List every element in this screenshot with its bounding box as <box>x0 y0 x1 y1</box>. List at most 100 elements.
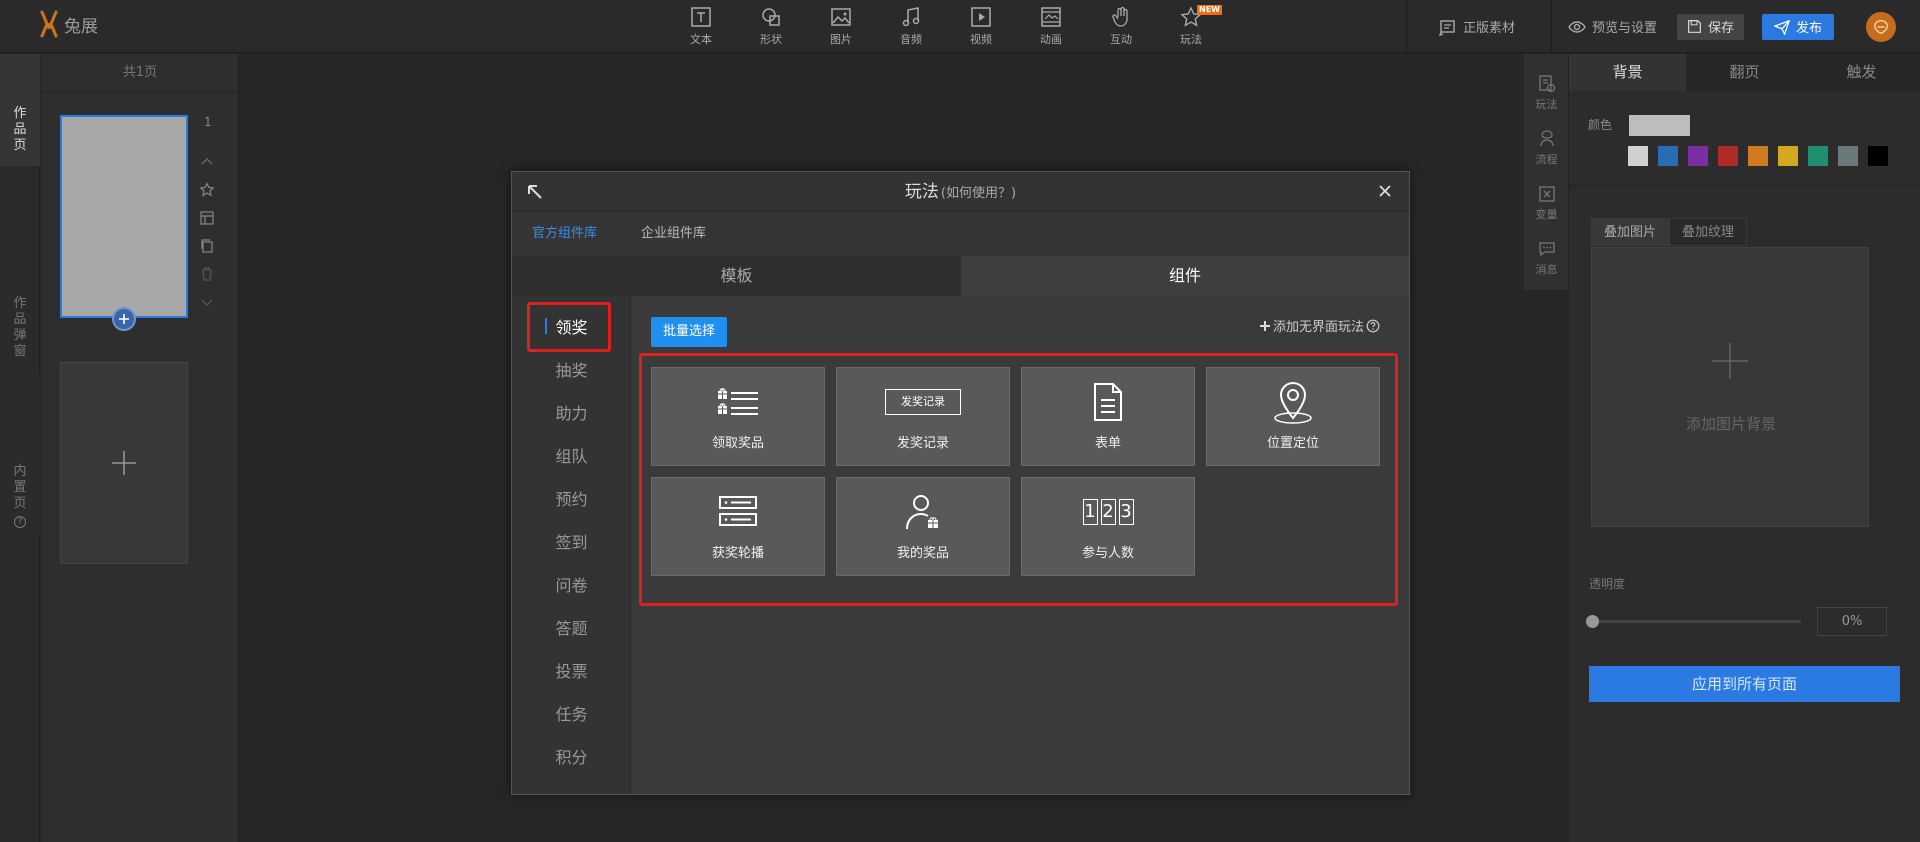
app-logo[interactable]: 兔展 <box>38 10 98 38</box>
color-swatch[interactable] <box>1808 146 1828 166</box>
tab-works-page[interactable]: 作 品 页 <box>0 54 40 166</box>
chevron-up-icon[interactable] <box>199 154 215 170</box>
nav-survey[interactable]: 问卷 <box>512 564 631 607</box>
color-swatch[interactable] <box>1838 146 1858 166</box>
save-button[interactable]: 保存 <box>1676 13 1744 40</box>
component-card-form[interactable]: 表单 <box>1021 367 1195 466</box>
star-outline-icon[interactable] <box>199 182 215 198</box>
nav-claim-prize[interactable]: 领奖 <box>512 306 631 349</box>
tab-component[interactable]: 组件 <box>961 256 1409 296</box>
help-circle-icon[interactable] <box>1366 319 1380 333</box>
nav-task[interactable]: 任务 <box>512 693 631 736</box>
nav-vote[interactable]: 投票 <box>512 650 631 693</box>
nav-checkin[interactable]: 签到 <box>512 521 631 564</box>
plus-icon <box>119 314 129 324</box>
tab-overlay-image[interactable]: 叠加图片 <box>1591 218 1670 246</box>
page-thumbnail[interactable] <box>60 115 188 318</box>
publish-button[interactable]: 发布 <box>1761 13 1834 40</box>
tab-background[interactable]: 背景 <box>1569 54 1686 91</box>
user-avatar[interactable] <box>1866 11 1896 42</box>
component-card-winner-carousel[interactable]: 获奖轮播 <box>651 477 825 576</box>
divider <box>1569 185 1920 186</box>
close-icon[interactable] <box>1378 184 1392 198</box>
rsub-playmode[interactable]: 玩法 <box>1524 74 1569 112</box>
tab-char: 品 <box>13 122 27 137</box>
tool-label: 视频 <box>970 33 992 46</box>
chevron-down-icon[interactable] <box>199 294 215 310</box>
rabbit-logo-icon <box>40 10 58 38</box>
nav-quiz[interactable]: 答题 <box>512 607 631 650</box>
add-background-image-area[interactable]: 添加图片背景 <box>1591 247 1869 527</box>
nav-team[interactable]: 组队 <box>512 435 631 478</box>
tab-overlay-texture[interactable]: 叠加纹理 <box>1669 218 1748 246</box>
tab-page-turn[interactable]: 翻页 <box>1686 54 1803 91</box>
licensed-material-button[interactable]: 正版素材 <box>1407 17 1551 36</box>
card-label: 我的奖品 <box>896 546 949 561</box>
user-gift-icon <box>906 495 938 530</box>
tab-builtin-page[interactable]: 内 置 页 ? <box>0 374 40 534</box>
help-icon[interactable]: ? <box>14 516 26 528</box>
tool-shape[interactable]: 形状 <box>736 0 806 53</box>
message-icon <box>1538 242 1555 257</box>
batch-select-button[interactable]: 批量选择 <box>651 317 727 347</box>
color-swatch[interactable] <box>1688 146 1708 166</box>
color-swatch[interactable] <box>1868 146 1888 166</box>
tab-works-popup[interactable]: 作 品 弹 窗 <box>0 214 40 359</box>
add-bg-label: 添加图片背景 <box>1685 415 1776 433</box>
component-card-participants[interactable]: 1 2 3 参与人数 <box>1021 477 1195 576</box>
component-card-award-record[interactable]: 发奖记录 发奖记录 <box>836 367 1010 466</box>
nav-assist[interactable]: 助力 <box>512 392 631 435</box>
send-icon <box>1773 19 1790 35</box>
opacity-slider[interactable] <box>1586 615 1801 628</box>
tab-template[interactable]: 模板 <box>512 256 961 296</box>
tab-char: 页 <box>13 496 27 511</box>
component-card-location[interactable]: 位置定位 <box>1206 367 1380 466</box>
trash-icon[interactable] <box>199 266 215 282</box>
eye-icon <box>1568 20 1586 33</box>
tool-image[interactable]: 图片 <box>806 0 876 53</box>
add-no-ui-playmode[interactable]: 添加无界面玩法 <box>1259 316 1380 335</box>
rsub-message[interactable]: 消息 <box>1524 239 1569 277</box>
plus-icon <box>112 451 136 475</box>
rsub-variable[interactable]: 变量 <box>1524 184 1569 222</box>
slider-handle[interactable] <box>1586 615 1599 628</box>
add-page-button[interactable] <box>60 362 188 564</box>
color-swatch[interactable] <box>1718 146 1738 166</box>
current-color-swatch[interactable] <box>1629 115 1690 136</box>
apply-all-pages-button[interactable]: 应用到所有页面 <box>1589 666 1900 702</box>
top-toolbar: 兔展 文本 形状 图片 音频 视频 动画 互动 NEW 玩法 正版素材 预览与设… <box>0 0 1920 53</box>
rsub-flow[interactable]: 流程 <box>1524 129 1569 167</box>
tab-enterprise-library[interactable]: 企业组件库 <box>641 212 706 256</box>
color-swatch[interactable] <box>1628 146 1648 166</box>
opacity-input[interactable]: 0% <box>1817 607 1887 636</box>
tool-label: 文本 <box>690 33 712 46</box>
tool-label: 音频 <box>900 33 922 46</box>
component-card-my-prize[interactable]: 我的奖品 <box>836 477 1010 576</box>
tool-playmode[interactable]: NEW 玩法 <box>1156 0 1226 53</box>
color-swatch[interactable] <box>1658 146 1678 166</box>
how-to-use-link[interactable]: (如何使用？) <box>941 186 1016 201</box>
category-nav: 领奖 抽奖 助力 组队 预约 签到 问卷 答题 投票 任务 积分 <box>512 296 631 794</box>
component-card-claim-prize[interactable]: 领取奖品 <box>651 367 825 466</box>
nav-reserve[interactable]: 预约 <box>512 478 631 521</box>
tab-char: 页 <box>13 138 27 153</box>
counter-icon: 1 2 3 <box>1082 499 1134 525</box>
tool-text[interactable]: 文本 <box>666 0 736 53</box>
tool-animation[interactable]: 动画 <box>1016 0 1086 53</box>
copy-icon[interactable] <box>199 238 215 254</box>
layout-icon[interactable] <box>199 210 215 226</box>
nav-points[interactable]: 积分 <box>512 736 631 779</box>
tool-interact[interactable]: 互动 <box>1086 0 1156 53</box>
tool-label: 玩法 <box>1180 33 1202 46</box>
preview-settings-button[interactable]: 预览与设置 <box>1552 17 1663 36</box>
tab-official-library[interactable]: 官方组件库 <box>532 212 597 256</box>
color-swatch[interactable] <box>1748 146 1768 166</box>
plus-icon <box>1712 343 1748 379</box>
insert-page-button[interactable] <box>112 307 136 331</box>
nav-lottery[interactable]: 抽奖 <box>512 349 631 392</box>
tab-trigger[interactable]: 触发 <box>1803 54 1920 91</box>
tool-video[interactable]: 视频 <box>946 0 1016 53</box>
logo-text: 兔展 <box>64 16 98 37</box>
color-swatch[interactable] <box>1778 146 1798 166</box>
tool-audio[interactable]: 音频 <box>876 0 946 53</box>
